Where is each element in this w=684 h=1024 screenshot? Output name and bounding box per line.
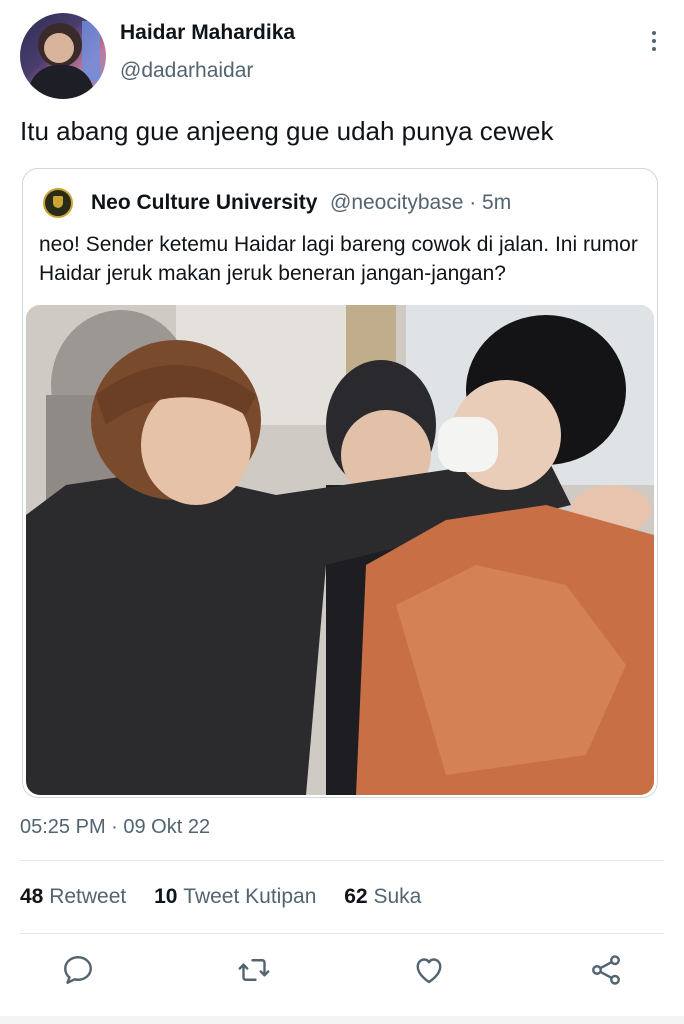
tweet-stats: 48 Retweet 10 Tweet Kutipan 62 Suka (20, 885, 443, 909)
author-name[interactable]: Haidar Mahardika (120, 21, 295, 45)
tweet-text: Itu abang gue anjeeng gue udah punya cew… (20, 116, 554, 146)
like-stat[interactable]: 62 Suka (344, 885, 421, 908)
retweet-label: Retweet (49, 885, 127, 908)
tweet-header: Haidar Mahardika @dadarhaidar (20, 13, 664, 103)
divider (20, 860, 664, 861)
quoted-tweet[interactable]: Neo Culture University @neocitybase · 5m… (22, 168, 658, 798)
divider (20, 933, 664, 934)
like-label: Suka (373, 885, 422, 908)
share-icon[interactable] (588, 952, 624, 988)
quote-stat[interactable]: 10 Tweet Kutipan (154, 885, 316, 908)
retweet-stat[interactable]: 48 Retweet (20, 885, 126, 908)
retweet-icon[interactable] (236, 952, 272, 988)
quoted-text: neo! Sender ketemu Haidar lagi bareng co… (39, 233, 638, 285)
like-count: 62 (344, 885, 368, 908)
retweet-count: 48 (20, 885, 44, 908)
quoted-author-name: Neo Culture University (91, 191, 318, 214)
author-handle[interactable]: @dadarhaidar (120, 59, 253, 83)
quoted-avatar (43, 188, 73, 218)
quote-label: Tweet Kutipan (183, 885, 317, 908)
author-avatar[interactable] (20, 13, 106, 99)
action-bar (0, 952, 684, 996)
reply-icon[interactable] (60, 952, 96, 988)
tweet-timestamp[interactable]: 05:25 PM · 09 Okt 22 (20, 816, 210, 839)
quoted-photo[interactable] (26, 305, 654, 795)
quoted-author-handle: @neocitybase · 5m (330, 191, 512, 214)
bottom-bar (0, 1016, 684, 1024)
like-icon[interactable] (411, 952, 447, 988)
quote-count: 10 (154, 885, 178, 908)
more-icon[interactable] (646, 31, 662, 55)
